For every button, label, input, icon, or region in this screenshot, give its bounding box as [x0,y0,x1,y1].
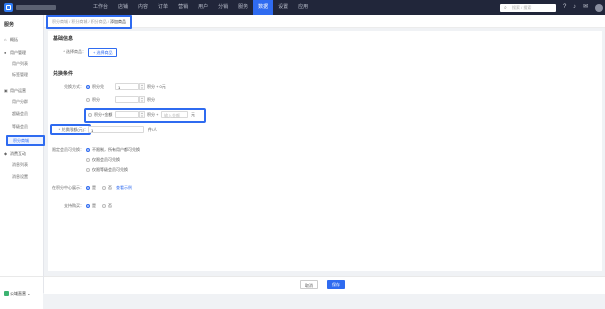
search-icon: ⌕ [504,5,507,11]
select-product-button[interactable]: + 选择商品 [88,48,118,57]
sidebar-item-super-member[interactable]: 超级会员 [12,110,28,117]
section-title-rules: 兑换条件 [53,71,74,77]
support-purchase-label: 支持购买： [64,203,84,208]
purchase-option-no[interactable]: 否 [102,203,112,209]
exchange-method-label: 兑换方式： [64,84,84,89]
exchange-limit-unit: 件/人 [148,127,158,132]
blurred-app-name [16,5,56,10]
sidebar-item-overview[interactable]: ⌂ 概括 [0,36,43,43]
sidebar-group-user-ops[interactable]: ▣ 用户运营 [0,87,43,94]
radio-unchecked[interactable] [86,97,90,102]
points-stepper[interactable]: ▴ ▾ [139,83,145,90]
points-only-stepper[interactable]: ▴ ▾ [139,96,145,103]
sidebar-item-user-segments[interactable]: 用户分群 [12,98,28,105]
radio-checked[interactable] [86,84,90,89]
avatar[interactable] [595,4,603,12]
global-search-input[interactable]: ⌕ 搜索 / 搜索 [500,4,556,12]
cancel-button[interactable]: 取消 [300,280,318,289]
breadcrumb-bar: 积分商城 / 积分商城 / 积分商品 / 添加商品 [44,15,605,29]
exchange-limit-label: * 兑换限额(元)： [58,127,88,132]
chevron-down-icon: ⌄ [27,291,31,296]
breadcrumb-item[interactable]: 积分商城 [71,19,87,24]
breadcrumb-item[interactable]: 积分商品 [91,19,107,24]
price-input[interactable]: 输入金额 [161,111,188,118]
points-price-input[interactable] [115,111,139,118]
bell-icon[interactable]: ♪ [573,4,576,11]
sidebar-item-points-mall[interactable]: 积分商城 [6,135,45,146]
points-input[interactable]: 1 [115,83,139,90]
message-icon[interactable]: ✉ [583,4,588,11]
sidebar-title: 服务 [4,22,15,28]
app-logo-icon[interactable] [4,3,13,12]
top-nav-item-active[interactable]: 数据 [253,0,274,15]
radio-unchecked[interactable] [86,157,90,162]
top-nav-item[interactable]: 服务 [233,0,253,15]
radio-checked[interactable] [86,203,90,208]
top-nav-item[interactable]: 设置 [273,0,293,15]
vip-option-all[interactable]: 不限制，所有用户都可兑换 [86,147,140,153]
exchange-limit-input[interactable]: 1 [88,126,144,133]
breadcrumb: 积分商城 / 积分商城 / 积分商品 / 添加商品 [46,15,133,29]
sidebar-item-message-settings[interactable]: 消息设置 [12,173,28,180]
points-unit-text: 积分 + 0元 [147,84,166,89]
exchange-option-points[interactable]: 积分 [86,97,100,103]
top-nav-item[interactable]: 应用 [293,0,313,15]
price-unit-text: 元 [191,112,195,117]
points-plus-text: 积分 + [147,112,159,117]
store-switcher[interactable]: 公域直营 ⌄ [4,291,30,297]
sidebar-item-messages[interactable]: 消息列表 [12,161,28,168]
form-panel: 基础信息 * 选择商品： + 选择商品 兑换条件 兑换方式： 积分兑 1 ▴ ▾ … [48,31,602,271]
sidebar-group-user-management[interactable]: ● 用户管理 [0,49,43,56]
points-price-stepper[interactable]: ▴ ▾ [139,111,145,118]
radio-unchecked[interactable] [102,185,106,190]
help-icon[interactable]: ? [563,4,566,11]
top-nav-item[interactable]: 内容 [133,0,153,15]
radio-checked[interactable] [86,185,90,190]
sidebar-group-interaction[interactable]: ◆ 消费互动 [0,150,43,157]
top-nav-item[interactable]: 订单 [153,0,173,15]
display-in-center-label: 在积分中心展示： [52,185,84,190]
display-option-yes[interactable]: 是 [86,185,96,191]
top-navigation-bar: 工作台 店铺 内容 订单 营销 用户 分销 服务 数据 设置 应用 ⌕ 搜索 /… [0,0,605,15]
breadcrumb-current: 添加商品 [110,19,127,24]
vip-option-level[interactable]: 仅限等级会员可兑换 [86,167,128,173]
radio-checked[interactable] [86,147,90,152]
exchange-option-points-cash[interactable]: 积分兑 [86,84,104,90]
top-nav-item[interactable]: 营销 [173,0,193,15]
exchange-option-points-price[interactable]: 积分+金额 [88,112,112,118]
store-icon [4,291,9,297]
vip-option-member[interactable]: 仅限会员可兑换 [86,157,120,163]
points-only-unit: 积分 [147,97,155,102]
purchase-option-yes[interactable]: 是 [86,203,96,209]
top-nav-item[interactable]: 店铺 [113,0,133,15]
sidebar-item-user-list[interactable]: 用户列表 [12,60,28,67]
display-option-no[interactable]: 否 [102,185,112,191]
top-nav-item[interactable]: 工作台 [88,0,113,15]
top-nav-item[interactable]: 分销 [213,0,233,15]
sidebar-item-level-member[interactable]: 等级会员 [12,123,28,130]
select-product-label: * 选择商品： [63,49,86,54]
breadcrumb-item[interactable]: 积分商城 [52,19,68,24]
top-nav-menu: 工作台 店铺 内容 订单 营销 用户 分销 服务 数据 设置 应用 [88,0,313,15]
top-nav-item[interactable]: 用户 [193,0,213,15]
points-only-input[interactable] [115,96,139,103]
sidebar: 服务 ⌂ 概括 ● 用户管理 用户列表 标签管理 ▣ 用户运营 用户分群 超级会员 等… [0,15,45,309]
footer-action-bar: 取消 保存 [44,276,605,294]
view-example-link[interactable]: 查看示例 [116,185,132,191]
radio-unchecked[interactable] [102,203,106,208]
save-button[interactable]: 保存 [327,280,345,289]
radio-unchecked[interactable] [86,167,90,172]
section-title-basic: 基础信息 [53,36,74,42]
sidebar-item-tags[interactable]: 标签管理 [12,71,28,78]
radio-unchecked[interactable] [88,112,92,117]
vip-only-label: 限定会员可兑换： [52,147,84,152]
search-placeholder: 搜索 / 搜索 [512,5,532,10]
